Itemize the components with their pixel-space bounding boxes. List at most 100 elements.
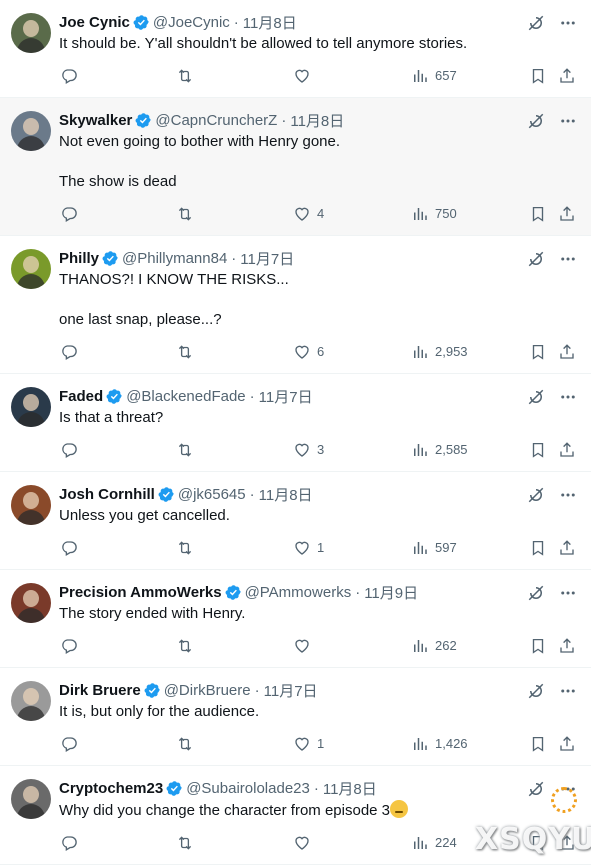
display-name[interactable]: Joe Cynic: [59, 14, 130, 31]
post-date[interactable]: 11月8日: [290, 110, 344, 131]
views-button[interactable]: 750: [411, 192, 457, 235]
post-date[interactable]: 11月8日: [323, 778, 377, 799]
tweet[interactable]: Cryptochem23 @Subairololade23 · 11月8日 Why di…: [0, 766, 591, 865]
tweet[interactable]: Skywalker @CapnCruncherZ · 11月8日 Not even go…: [0, 98, 591, 236]
more-dots-icon[interactable]: [559, 14, 577, 32]
display-name[interactable]: Faded: [59, 388, 103, 405]
views-button[interactable]: 224: [411, 821, 457, 864]
avatar[interactable]: [11, 485, 51, 525]
user-handle[interactable]: @PAmmowerks: [245, 584, 352, 601]
more-dots-icon[interactable]: [559, 584, 577, 602]
user-handle[interactable]: @CapnCruncherZ: [155, 112, 277, 129]
reply-button[interactable]: [60, 192, 84, 235]
post-date[interactable]: 11月8日: [259, 484, 313, 505]
more-dots-icon[interactable]: [559, 112, 577, 130]
bookmark-button[interactable]: [529, 330, 547, 373]
reply-button[interactable]: [60, 821, 84, 864]
retweet-button[interactable]: [176, 722, 200, 765]
share-button[interactable]: [558, 54, 576, 97]
reply-button[interactable]: [60, 330, 84, 373]
retweet-button[interactable]: [176, 821, 200, 864]
views-button[interactable]: 657: [411, 54, 457, 97]
post-date[interactable]: 11月7日: [264, 680, 318, 701]
post-date[interactable]: 11月7日: [240, 248, 294, 269]
user-handle[interactable]: @DirkBruere: [164, 682, 251, 699]
reply-button[interactable]: [60, 722, 84, 765]
retweet-button[interactable]: [176, 526, 200, 569]
like-button[interactable]: [293, 624, 317, 667]
bookmark-button[interactable]: [529, 192, 547, 235]
bookmark-button[interactable]: [529, 722, 547, 765]
user-handle[interactable]: @BlackenedFade: [126, 388, 245, 405]
bookmark-button[interactable]: [529, 428, 547, 471]
grok-icon[interactable]: [527, 250, 545, 268]
grok-icon[interactable]: [527, 14, 545, 32]
avatar[interactable]: [11, 13, 51, 53]
retweet-button[interactable]: [176, 54, 200, 97]
bookmark-button[interactable]: [529, 624, 547, 667]
avatar[interactable]: [11, 583, 51, 623]
avatar[interactable]: [11, 779, 51, 819]
views-button[interactable]: 597: [411, 526, 457, 569]
tweet[interactable]: Joe Cynic @JoeCynic · 11月8日 It should be. Y'…: [0, 0, 591, 98]
grok-icon[interactable]: [527, 112, 545, 130]
tweet[interactable]: Josh Cornhill @jk65645 · 11月8日 Unless you ge…: [0, 472, 591, 570]
share-button[interactable]: [558, 821, 576, 864]
tweet[interactable]: Dirk Bruere @DirkBruere · 11月7日 It is, but o…: [0, 668, 591, 766]
more-dots-icon[interactable]: [559, 780, 577, 798]
more-dots-icon[interactable]: [559, 388, 577, 406]
share-button[interactable]: [558, 624, 576, 667]
views-button[interactable]: 1,426: [411, 722, 468, 765]
retweet-button[interactable]: [176, 330, 200, 373]
grok-icon[interactable]: [527, 780, 545, 798]
views-button[interactable]: 2,953: [411, 330, 468, 373]
grok-icon[interactable]: [527, 584, 545, 602]
retweet-button[interactable]: [176, 624, 200, 667]
share-button[interactable]: [558, 428, 576, 471]
more-dots-icon[interactable]: [559, 250, 577, 268]
grok-icon[interactable]: [527, 486, 545, 504]
user-handle[interactable]: @Subairololade23: [186, 780, 310, 797]
retweet-button[interactable]: [176, 428, 200, 471]
tweet[interactable]: Precision AmmoWerks @PAmmowerks · 11月9日 The …: [0, 570, 591, 668]
views-button[interactable]: 262: [411, 624, 457, 667]
like-button[interactable]: 6: [293, 330, 324, 373]
retweet-button[interactable]: [176, 192, 200, 235]
more-dots-icon[interactable]: [559, 486, 577, 504]
display-name[interactable]: Skywalker: [59, 112, 132, 129]
avatar[interactable]: [11, 387, 51, 427]
reply-button[interactable]: [60, 526, 84, 569]
display-name[interactable]: Cryptochem23: [59, 780, 163, 797]
avatar[interactable]: [11, 249, 51, 289]
display-name[interactable]: Philly: [59, 250, 99, 267]
share-button[interactable]: [558, 722, 576, 765]
grok-icon[interactable]: [527, 388, 545, 406]
bookmark-button[interactable]: [529, 54, 547, 97]
display-name[interactable]: Dirk Bruere: [59, 682, 141, 699]
post-date[interactable]: 11月8日: [243, 12, 297, 33]
tweet[interactable]: Faded @BlackenedFade · 11月7日 Is that a threa…: [0, 374, 591, 472]
views-button[interactable]: 2,585: [411, 428, 468, 471]
more-dots-icon[interactable]: [559, 682, 577, 700]
share-button[interactable]: [558, 526, 576, 569]
like-button[interactable]: 3: [293, 428, 324, 471]
like-button[interactable]: [293, 54, 317, 97]
avatar[interactable]: [11, 681, 51, 721]
like-button[interactable]: 1: [293, 722, 324, 765]
display-name[interactable]: Josh Cornhill: [59, 486, 155, 503]
post-date[interactable]: 11月9日: [364, 582, 418, 603]
like-button[interactable]: 1: [293, 526, 324, 569]
user-handle[interactable]: @Phillymann84: [122, 250, 227, 267]
like-button[interactable]: 4: [293, 192, 324, 235]
post-date[interactable]: 11月7日: [259, 386, 313, 407]
bookmark-button[interactable]: [529, 821, 547, 864]
avatar[interactable]: [11, 111, 51, 151]
reply-button[interactable]: [60, 428, 84, 471]
share-button[interactable]: [558, 192, 576, 235]
user-handle[interactable]: @JoeCynic: [153, 14, 230, 31]
display-name[interactable]: Precision AmmoWerks: [59, 584, 222, 601]
user-handle[interactable]: @jk65645: [178, 486, 246, 503]
grok-icon[interactable]: [527, 682, 545, 700]
like-button[interactable]: [293, 821, 317, 864]
share-button[interactable]: [558, 330, 576, 373]
